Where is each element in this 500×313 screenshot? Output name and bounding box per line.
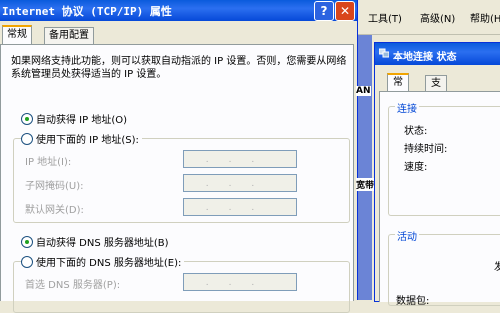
- close-button[interactable]: ✕: [335, 1, 355, 21]
- auto-dns-radio[interactable]: 自动获得 DNS 服务器地址(B): [21, 234, 169, 249]
- general-tab-panel: 如果网络支持此功能，则可以获取自动指派的 IP 设置。否则，您需要从网络系统管理…: [0, 44, 354, 313]
- duration-label: 持续时间:: [404, 144, 448, 155]
- sent-fragment: 发: [494, 262, 500, 273]
- connection-group-legend: 连接: [395, 100, 419, 115]
- auto-ip-label: 自动获得 IP 地址(O): [36, 115, 128, 126]
- status-titlebar[interactable]: 本地连接 状态: [375, 43, 500, 65]
- tab-alternate-config[interactable]: 备用配置: [44, 27, 94, 44]
- preferred-dns-field[interactable]: ...: [183, 273, 297, 291]
- help-button[interactable]: ?: [314, 1, 334, 21]
- radio-unselected-icon: [21, 133, 33, 145]
- connection-status-window: 本地连接 状态 常规 支持 连接 状态: 持续时间: 速度: 活动 发 数据包:: [374, 42, 500, 307]
- ip-address-label: IP 地址(I):: [25, 157, 72, 168]
- ip-address-field[interactable]: ...: [183, 150, 297, 168]
- dialog-title: Internet 协议 (TCP/IP) 属性: [2, 5, 172, 18]
- tab-general[interactable]: 常规: [2, 25, 32, 45]
- status-label: 状态:: [404, 126, 428, 137]
- network-icon: [379, 48, 389, 58]
- description-text: 如果网络支持此功能，则可以获取自动指派的 IP 设置。否则，您需要从网络系统管理…: [11, 56, 347, 80]
- status-tab-general[interactable]: 常规: [387, 73, 409, 104]
- side-fragment-broadband: 宽带: [356, 178, 375, 191]
- manual-ip-label: 使用下面的 IP 地址(S):: [36, 135, 139, 146]
- subnet-mask-label: 子网掩码(U):: [25, 181, 84, 192]
- manual-dns-label: 使用下面的 DNS 服务器地址(E):: [36, 258, 182, 269]
- menu-tools[interactable]: 工具(T): [368, 10, 402, 25]
- menu-advanced[interactable]: 高级(N): [420, 10, 455, 25]
- activity-group-legend: 活动: [395, 228, 419, 243]
- auto-dns-label: 自动获得 DNS 服务器地址(B): [36, 238, 169, 249]
- menu-bar: 工具(T) 高级(N) 帮助(H): [358, 0, 500, 35]
- auto-ip-radio[interactable]: 自动获得 IP 地址(O): [21, 111, 127, 126]
- default-gateway-label: 默认网关(D):: [25, 205, 84, 216]
- status-tab-support[interactable]: 支持: [425, 75, 447, 105]
- speed-label: 速度:: [404, 162, 428, 173]
- radio-selected-icon: [21, 236, 33, 248]
- default-gateway-field[interactable]: ...: [183, 198, 297, 216]
- preferred-dns-label: 首选 DNS 服务器(P):: [25, 280, 121, 291]
- radio-selected-icon: [21, 113, 33, 125]
- menu-help[interactable]: 帮助(H): [470, 10, 500, 25]
- status-panel: 连接 状态: 持续时间: 速度: 活动 发 数据包:: [379, 91, 500, 307]
- status-title: 本地连接 状态: [393, 52, 457, 63]
- subnet-mask-field[interactable]: ...: [183, 174, 297, 192]
- manual-ip-radio[interactable]: 使用下面的 IP 地址(S):: [21, 131, 142, 146]
- manual-dns-radio[interactable]: 使用下面的 DNS 服务器地址(E):: [21, 254, 185, 269]
- radio-unselected-icon: [21, 256, 33, 268]
- dialog-titlebar[interactable]: Internet 协议 (TCP/IP) 属性 ? ✕: [0, 0, 357, 21]
- side-fragment-lan: AN: [356, 86, 371, 96]
- tcpip-properties-dialog: Internet 协议 (TCP/IP) 属性 ? ✕ 常规 备用配置 如果网络…: [0, 0, 358, 313]
- explorer-sidebar: [358, 35, 372, 300]
